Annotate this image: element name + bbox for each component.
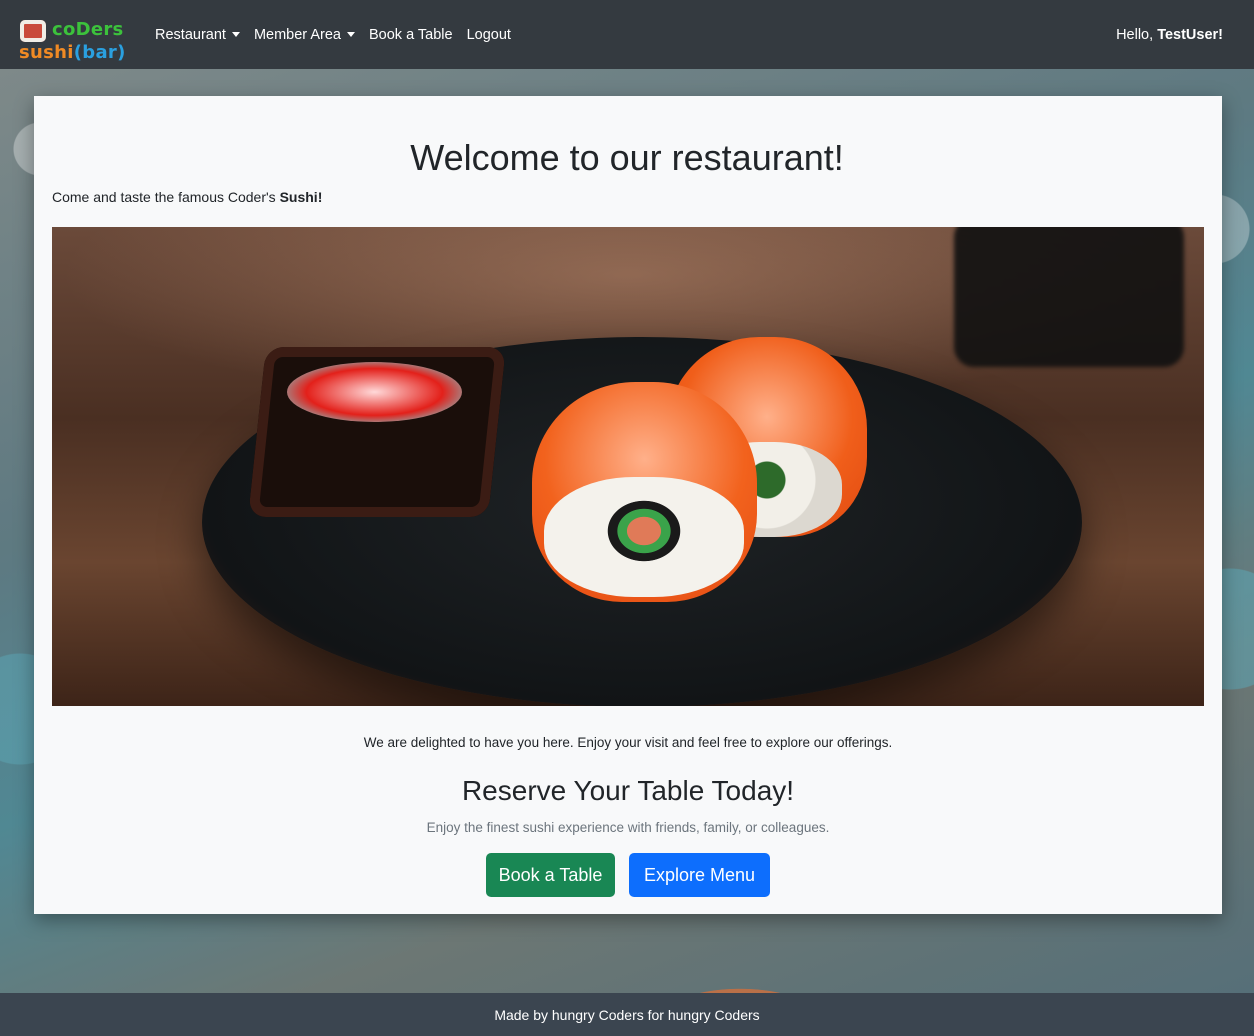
brand-word-bar: bar xyxy=(82,41,118,63)
page-footer: Made by hungry Coders for hungry Coders xyxy=(0,993,1254,1036)
user-greeting: Hello, TestUser! xyxy=(1116,27,1223,43)
caret-down-icon xyxy=(346,32,355,37)
reserve-subtitle: Enjoy the finest sushi experience with f… xyxy=(426,820,830,835)
brand-word-sushi: sushi xyxy=(19,41,74,63)
sushi-logo-icon xyxy=(20,19,46,42)
explore-menu-button[interactable]: Explore Menu xyxy=(629,853,770,897)
brand-line2: sushi(bar) xyxy=(19,42,126,63)
nav-item-restaurant[interactable]: Restaurant xyxy=(148,19,247,51)
tagline-text: Come and taste the famous Coder's xyxy=(52,189,280,205)
brand-logo[interactable]: coDers sushi(bar) xyxy=(18,10,130,63)
sauce-shape xyxy=(287,362,462,422)
greeting-prefix: Hello, xyxy=(1116,26,1158,43)
footer-text: Made by hungry Coders for hungry Coders xyxy=(494,1006,760,1023)
page-title: Welcome to our restaurant! xyxy=(410,137,844,178)
tagline-bold: Sushi! xyxy=(279,189,323,205)
teacup-shape xyxy=(954,227,1184,367)
intro-text: We are delighted to have you here. Enjoy… xyxy=(363,735,893,750)
tagline: Come and taste the famous Coder's Sushi! xyxy=(52,189,322,205)
brand-line1: coDers xyxy=(52,18,124,40)
brand-paren-open: ( xyxy=(73,41,83,63)
caret-down-icon xyxy=(231,32,240,37)
nav-item-label: Logout xyxy=(466,26,511,43)
nav-item-label: Member Area xyxy=(253,26,341,43)
username: TestUser! xyxy=(1157,26,1223,43)
book-table-button[interactable]: Book a Table xyxy=(486,853,615,897)
nav-item-member-area[interactable]: Member Area xyxy=(247,19,362,51)
nav-item-label: Book a Table xyxy=(368,26,453,43)
sushi-roll-front-rice xyxy=(544,477,744,597)
hero-sushi-image xyxy=(52,227,1204,706)
nav-item-book-a-table[interactable]: Book a Table xyxy=(362,19,460,51)
nav-item-label: Restaurant xyxy=(155,26,226,43)
main-nav: Restaurant Member Area Book a Table Logo… xyxy=(148,19,518,51)
nav-item-logout[interactable]: Logout xyxy=(460,19,518,51)
brand-paren-close: ) xyxy=(117,41,126,63)
top-navbar: coDers sushi(bar) Restaurant Member Area… xyxy=(0,0,1254,69)
reserve-title: Reserve Your Table Today! xyxy=(461,775,795,806)
